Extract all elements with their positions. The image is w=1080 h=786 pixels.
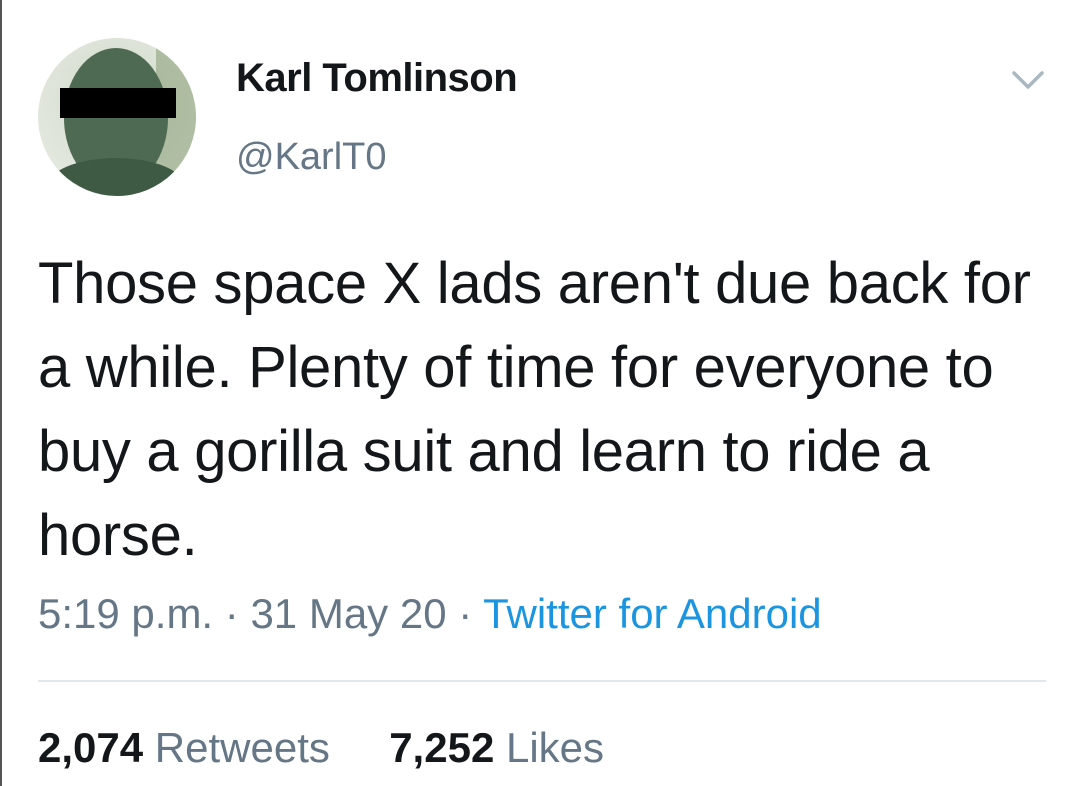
tweet-time[interactable]: 5:19 p.m. (38, 590, 213, 637)
display-name[interactable]: Karl Tomlinson (236, 56, 518, 101)
divider (38, 680, 1046, 682)
meta-separator: · (458, 590, 473, 637)
likes-count: 7,252 (389, 724, 495, 771)
tweet-stats: 2,074 Retweets 7,252 Likes (38, 724, 604, 772)
meta-separator: · (224, 590, 239, 637)
user-handle[interactable]: @KarlT0 (236, 136, 387, 179)
likes-stat[interactable]: 7,252 Likes (389, 724, 604, 771)
avatar[interactable] (38, 38, 196, 196)
likes-label: Likes (505, 724, 605, 771)
left-edge-border (0, 0, 2, 786)
tweet-date[interactable]: 31 May 20 (250, 590, 446, 637)
tweet-source-link[interactable]: Twitter for Android (483, 590, 821, 637)
retweets-count: 2,074 (38, 724, 144, 771)
tweet-text: Those space X lads aren't due back for a… (38, 251, 1031, 568)
retweets-label: Retweets (154, 724, 330, 771)
retweets-stat[interactable]: 2,074 Retweets (38, 724, 342, 771)
tweet-meta: 5:19 p.m. · 31 May 20 · Twitter for Andr… (38, 590, 822, 638)
chevron-down-icon[interactable] (1010, 68, 1046, 92)
